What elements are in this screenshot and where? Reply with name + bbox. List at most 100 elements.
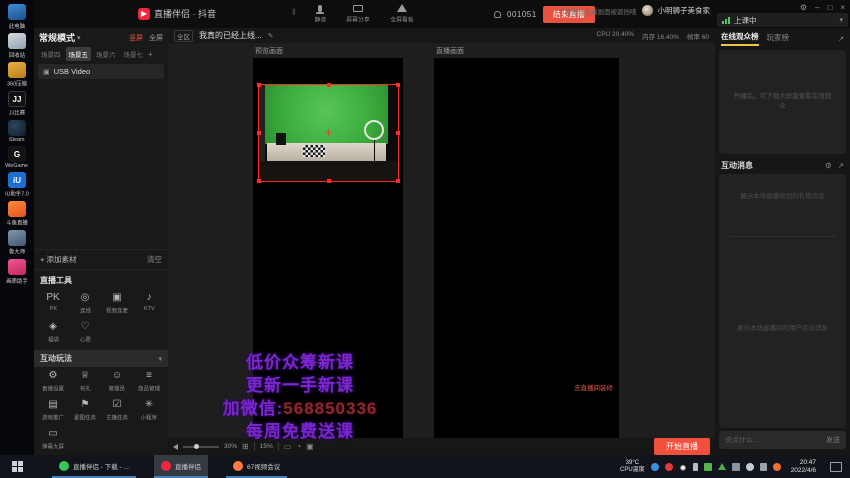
taskbar-item-meeting[interactable]: 67视频会议 — [226, 455, 287, 478]
taskbar-item-live-companion[interactable]: 直播伴侣 — [154, 455, 208, 478]
network-status-dropdown[interactable]: 上课中 ▾ — [717, 13, 848, 27]
tool-link[interactable]: ◎ 连线 — [69, 289, 101, 318]
tool-video-mic[interactable]: ▣ 视频连麦 — [101, 289, 133, 318]
tool-admin[interactable]: ☺ 管理员 — [101, 367, 133, 396]
gear-icon[interactable]: ⚙ — [825, 161, 832, 170]
tray-red-app-icon[interactable] — [665, 463, 673, 471]
tool-anchor-task[interactable]: ☑ 主播任务 — [101, 396, 133, 425]
mute-button[interactable]: 静音 — [314, 3, 327, 24]
scene-tab-6[interactable]: 场景六 — [93, 47, 119, 61]
fullscreen-board-button[interactable]: 全屏看板 — [389, 3, 415, 24]
desktop-icon-wegame[interactable]: G WeGame — [0, 146, 34, 169]
timer-icon[interactable]: ◔ — [296, 443, 301, 451]
interact-section-header[interactable]: 互动玩法 ▾ — [34, 350, 168, 367]
scene-tab-5-active[interactable]: 场景五 — [66, 47, 92, 61]
clear-button[interactable]: 清空 — [147, 254, 162, 265]
desktop-icon-douyu[interactable]: 斗鱼直播 — [0, 201, 34, 227]
desktop-icon-label: 此电脑 — [9, 21, 25, 29]
viewer-count: 001051 — [507, 10, 537, 19]
tool-live-settings[interactable]: ⚙ 直播设置 — [37, 367, 69, 396]
maximize-button[interactable]: □ — [827, 4, 832, 12]
close-button[interactable]: × — [840, 4, 845, 12]
desk-surface — [267, 143, 386, 161]
minimize-button[interactable]: – — [815, 4, 819, 12]
start-button[interactable] — [0, 455, 34, 478]
desktop-icon-huazhi[interactable]: 画质助手 — [0, 259, 34, 285]
desktop-icon-iu-helper[interactable]: iU iU助手7.0 — [0, 172, 34, 198]
resize-handle[interactable] — [396, 131, 400, 135]
desktop-icon-this-pc[interactable]: 此电脑 — [0, 4, 34, 30]
qq-icon[interactable] — [679, 463, 687, 471]
popout-icon[interactable]: ↗ — [838, 35, 844, 43]
grid-layout-icon[interactable]: ⊞ — [242, 443, 249, 451]
tray-accelerator-icon[interactable] — [718, 463, 726, 470]
tool-goods-manage[interactable]: ≡ 商品管理 — [133, 367, 165, 396]
volume-slider[interactable] — [183, 446, 219, 448]
fullscreen-toggle[interactable]: 全屏 — [149, 33, 163, 43]
ktv-icon: ♪ — [147, 292, 152, 304]
add-material-button[interactable]: + 添加素材 — [40, 254, 147, 265]
chat-input[interactable] — [725, 437, 822, 444]
tray-tv-icon[interactable] — [732, 463, 740, 471]
tray-blue-app-icon[interactable] — [651, 463, 659, 471]
canvas-zoom-percent: 15% — [260, 443, 273, 450]
portrait-mode-toggle[interactable]: 竖屏 — [129, 33, 143, 43]
tab-online-viewers[interactable]: 在线观众榜 — [721, 31, 759, 46]
resize-handle[interactable] — [257, 131, 261, 135]
desktop-icon-steam[interactable]: Steam — [0, 120, 34, 143]
tool-star-task[interactable]: ⚑ 星图任务 — [69, 396, 101, 425]
scene-tab-7[interactable]: 场景七 — [121, 47, 147, 61]
taskbar-clock[interactable]: 20:47 2022/4/6 — [787, 459, 820, 474]
desktop-icon-360zip[interactable]: 360压缩 — [0, 62, 34, 88]
divider — [278, 442, 279, 451]
username[interactable]: 小明狮子美食家 — [658, 5, 711, 16]
resize-handle[interactable] — [257, 179, 261, 183]
chat-icon[interactable]: ▭ — [284, 443, 292, 451]
resize-handle[interactable] — [396, 83, 400, 87]
tab-player-rank[interactable]: 玩家榜 — [767, 32, 790, 45]
tool-ktv[interactable]: ♪ KTV — [133, 289, 165, 318]
resize-handle[interactable] — [327, 179, 331, 183]
taskbar-item-downloader[interactable]: 直播伴侣 - 下载 - ... — [52, 455, 136, 478]
scene-tab-4[interactable]: 场景四 — [38, 47, 64, 61]
popout-icon[interactable]: ↗ — [838, 161, 844, 170]
webcam-source-selected[interactable]: ✛ — [258, 84, 399, 182]
tool-pk[interactable]: PK PK — [37, 289, 69, 318]
desktop-icon-recycle-bin[interactable]: 回收站 — [0, 33, 34, 59]
send-button[interactable]: 发送 — [826, 435, 840, 445]
microphone-tray-icon[interactable] — [693, 463, 698, 471]
mode-title[interactable]: 常规模式 — [39, 31, 75, 44]
start-live-button[interactable]: 开始直播 — [654, 438, 710, 455]
edit-title-icon[interactable]: ✎ — [268, 32, 591, 40]
resize-handle[interactable] — [327, 83, 331, 87]
decorate-room-link[interactable]: 去直播间装修 — [574, 382, 613, 392]
tool-gift[interactable]: ♕ 有礼 — [69, 367, 101, 396]
tool-danmu-screen[interactable]: ▭ 弹幕大屏 — [37, 425, 69, 454]
chevron-down-icon[interactable]: ▾ — [77, 34, 129, 42]
preview-pane[interactable]: ✛ — [253, 58, 403, 438]
avatar[interactable] — [642, 5, 653, 16]
resize-handle[interactable] — [396, 179, 400, 183]
source-usb-video[interactable]: ▣ USB Video — [38, 64, 164, 79]
tray-move-icon[interactable] — [760, 463, 767, 471]
speaker-tray-icon[interactable] — [746, 463, 754, 471]
tool-game-promo[interactable]: ▤ 游戏推广 — [37, 396, 69, 425]
screen-mode-icon[interactable]: ▣ — [306, 443, 314, 451]
resize-handle[interactable] — [257, 83, 261, 87]
tray-green-square-icon[interactable] — [704, 463, 712, 471]
settings-gear-icon[interactable]: ⚙ — [800, 4, 807, 12]
tool-lucky-bag[interactable]: ◈ 福袋 — [37, 318, 69, 347]
speaker-icon[interactable] — [173, 444, 178, 450]
tool-mini-program[interactable]: ✳ 小程序 — [133, 396, 165, 425]
tool-wish[interactable]: ♡ 心愿 — [69, 318, 101, 347]
tray-flame-icon[interactable] — [773, 463, 781, 471]
add-scene-button[interactable]: + — [148, 50, 153, 59]
desktop-icon-jj-match[interactable]: JJ JJ比赛 — [0, 91, 34, 117]
notification-center-icon[interactable] — [830, 462, 842, 472]
slider-knob[interactable] — [194, 444, 199, 449]
screen-share-button[interactable]: 屏幕分享 — [345, 3, 371, 24]
scene-panel-header: 常规模式 ▾ 竖屏 全屏 — [34, 28, 168, 46]
category-tag[interactable]: 全区 — [174, 30, 193, 42]
desktop-icon-ludashi[interactable]: 鲁大师 — [0, 230, 34, 256]
interact-tools-grid: ⚙ 直播设置 ♕ 有礼 ☺ 管理员 ≡ 商品管理 ▤ 游戏推广 — [34, 367, 168, 454]
